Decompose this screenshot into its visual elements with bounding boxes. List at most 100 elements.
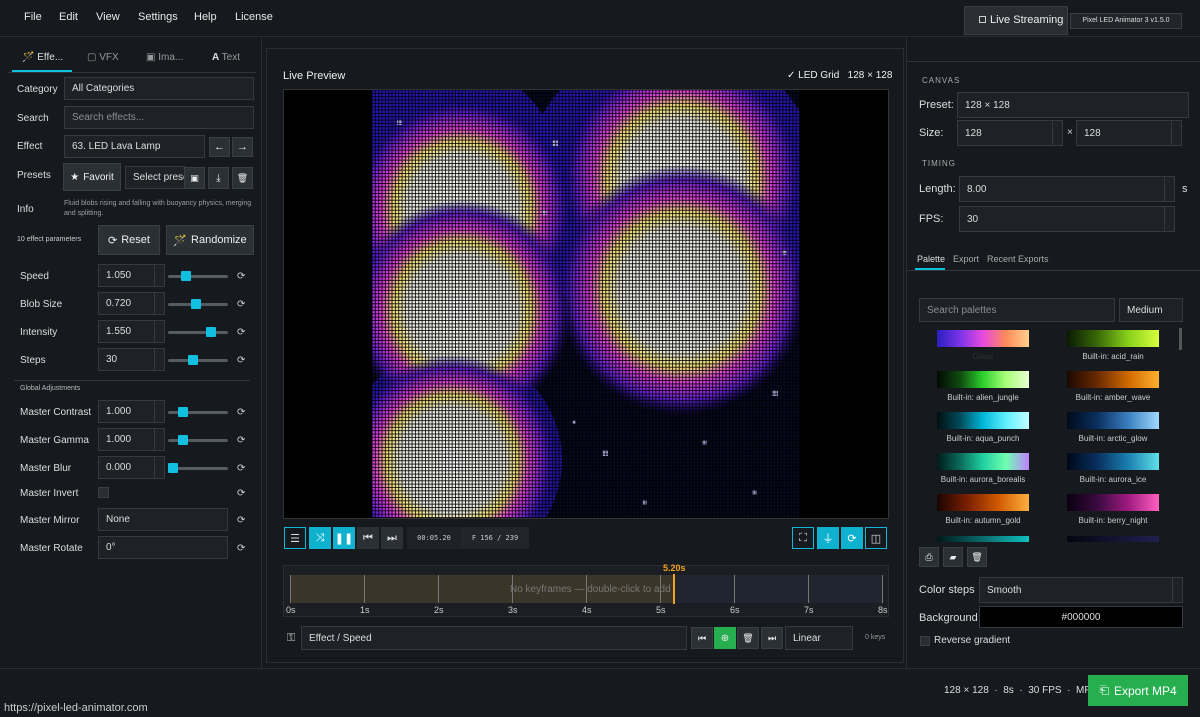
menu-view[interactable]: View — [96, 11, 120, 23]
intensity-input[interactable]: 1.550 — [98, 320, 165, 343]
palette-swatch[interactable] — [1067, 371, 1159, 388]
master-mirror-select[interactable]: None — [98, 508, 228, 531]
menu-settings[interactable]: Settings — [138, 11, 178, 23]
import-palette-button[interactable]: ⎙ — [919, 547, 939, 567]
speed-slider-thumb[interactable] — [180, 271, 191, 281]
reset-intensity-icon[interactable]: ⟳ — [237, 327, 245, 338]
steps-slider-thumb[interactable] — [188, 355, 198, 365]
fps-stepper[interactable] — [1164, 207, 1174, 231]
palette-swatch[interactable] — [1067, 330, 1159, 347]
canvas-preset-select[interactable]: 128 × 128 — [957, 92, 1189, 118]
palette-swatch[interactable] — [1067, 453, 1159, 470]
speed-stepper[interactable] — [154, 265, 164, 286]
master-blur-slider[interactable] — [168, 463, 228, 473]
color-steps-select[interactable]: Smooth — [979, 577, 1183, 603]
delete-palette-button[interactable]: 🗑 — [967, 547, 987, 567]
width-input[interactable]: 128 — [957, 120, 1063, 146]
length-stepper[interactable] — [1164, 177, 1174, 201]
background-color-input[interactable]: #000000 — [979, 606, 1183, 628]
steps-input[interactable]: 30 — [98, 348, 165, 371]
live-streaming-button[interactable]: Live Streaming — [964, 6, 1068, 35]
color-steps-stepper[interactable] — [1172, 578, 1182, 602]
reset-rotate-icon[interactable]: ⟳ — [237, 543, 245, 554]
master-blur-stepper[interactable] — [154, 457, 164, 478]
palette-swatch[interactable] — [1067, 412, 1159, 429]
category-select[interactable]: All Categories — [64, 77, 254, 100]
blob-size-stepper[interactable] — [154, 293, 164, 314]
length-input[interactable]: 8.00 — [959, 176, 1175, 202]
tab-palette[interactable]: Palette — [917, 254, 945, 264]
palette-swatch[interactable] — [937, 330, 1029, 347]
master-gamma-input[interactable]: 1.000 — [98, 428, 165, 451]
keyframe-timeline[interactable]: 0s 1s 2s 3s 4s 5s 6s 7s 8s No keyframes — double… — [283, 563, 889, 617]
master-contrast-stepper[interactable] — [154, 401, 164, 422]
master-gamma-slider[interactable] — [168, 435, 228, 445]
prev-keyframe-button[interactable]: ⏮ — [691, 627, 713, 649]
menu-help[interactable]: Help — [194, 11, 217, 23]
master-gamma-stepper[interactable] — [154, 429, 164, 450]
split-view-button[interactable]: ◫ — [865, 527, 887, 549]
blob-size-slider-thumb[interactable] — [190, 299, 201, 309]
next-effect-button[interactable]: → — [232, 137, 253, 157]
blob-size-input[interactable]: 0.720 — [98, 292, 165, 315]
delete-preset-button[interactable]: 🗑 — [232, 167, 253, 189]
steps-stepper[interactable] — [154, 349, 164, 370]
palette-swatch[interactable] — [937, 412, 1029, 429]
next-keyframe-button[interactable]: ⏭ — [761, 627, 783, 649]
reverse-gradient-checkbox[interactable] — [920, 636, 930, 646]
skip-forward-button[interactable]: ⏭ — [381, 527, 403, 549]
tab-vfx[interactable]: ▢ VFX — [87, 52, 119, 63]
led-grid-toggle[interactable]: ✓ LED Grid 128 × 128 — [787, 70, 892, 81]
master-blur-slider-thumb[interactable] — [168, 463, 178, 473]
save-preset-button[interactable]: ▣ — [184, 167, 205, 189]
height-stepper[interactable] — [1171, 121, 1181, 145]
loop-button[interactable]: ⟳ — [841, 527, 863, 549]
reset-master-gamma-icon[interactable]: ⟳ — [237, 435, 245, 446]
randomize-button[interactable]: 🪄 Randomize — [166, 225, 254, 255]
menu-edit[interactable]: Edit — [59, 11, 78, 23]
width-stepper[interactable] — [1052, 121, 1062, 145]
menu-license[interactable]: License — [235, 11, 273, 23]
preview-canvas[interactable] — [283, 89, 889, 519]
intensity-stepper[interactable] — [154, 321, 164, 342]
plug-button[interactable]: ⏚ — [817, 527, 839, 549]
export-mp4-button[interactable]: ⎗ Export MP4 — [1088, 675, 1188, 706]
reset-invert-icon[interactable]: ⟳ — [237, 488, 245, 499]
playhead[interactable] — [673, 574, 675, 604]
intensity-slider-thumb[interactable] — [205, 327, 216, 337]
reset-mirror-icon[interactable]: ⟳ — [237, 515, 245, 526]
fullscreen-button[interactable]: ⛶ — [792, 527, 814, 549]
search-effects-input[interactable]: Search effects... — [64, 106, 254, 129]
master-blur-input[interactable]: 0.000 — [98, 456, 165, 479]
reset-blob-size-icon[interactable]: ⟳ — [237, 299, 245, 310]
palette-swatch[interactable] — [937, 371, 1029, 388]
palette-scrollbar[interactable] — [1179, 328, 1182, 350]
reset-steps-icon[interactable]: ⟳ — [237, 355, 245, 366]
palette-swatch[interactable] — [937, 453, 1029, 470]
tab-image[interactable]: ▣ Ima... — [146, 52, 183, 63]
master-contrast-input[interactable]: 1.000 — [98, 400, 165, 423]
reset-speed-icon[interactable]: ⟳ — [237, 271, 245, 282]
master-rotate-select[interactable]: 0° — [98, 536, 228, 559]
add-keyframe-button[interactable]: ⊕ — [714, 627, 736, 649]
preset-select[interactable]: Select prese — [125, 166, 185, 189]
skip-back-button[interactable]: ⏮ — [357, 527, 379, 549]
master-contrast-slider-thumb[interactable] — [178, 407, 188, 417]
tab-recent-exports[interactable]: Recent Exports — [987, 254, 1049, 264]
effect-select[interactable]: 63. LED Lava Lamp — [64, 135, 205, 158]
tab-export[interactable]: Export — [953, 254, 979, 264]
master-invert-checkbox[interactable] — [98, 487, 109, 498]
palette-search-input[interactable]: Search palettes — [919, 298, 1115, 322]
interpolation-select[interactable]: Linear — [785, 626, 853, 650]
download-preset-button[interactable]: ⤓ — [208, 167, 229, 189]
menu-button[interactable]: ☰ — [284, 527, 306, 549]
pause-button[interactable]: ❚❚ — [333, 527, 355, 549]
reset-master-contrast-icon[interactable]: ⟳ — [237, 407, 245, 418]
master-contrast-slider[interactable] — [168, 407, 228, 417]
tab-effects[interactable]: 🪄 Effe... — [22, 52, 63, 63]
tab-text[interactable]: A Text — [212, 52, 240, 63]
palette-size-select[interactable]: Medium — [1119, 298, 1183, 322]
shuffle-button[interactable]: ⤨ — [309, 527, 331, 549]
height-input[interactable]: 128 — [1076, 120, 1182, 146]
open-palette-button[interactable]: ▰ — [943, 547, 963, 567]
